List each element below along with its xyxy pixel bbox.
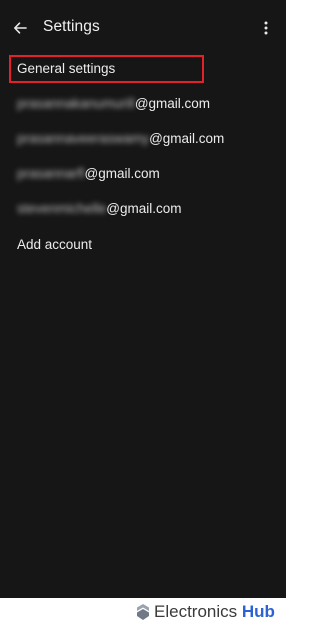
account-item[interactable]: prasannarfl @gmail.com bbox=[0, 159, 286, 191]
add-account-label: Add account bbox=[17, 237, 93, 252]
page-title: Settings bbox=[43, 18, 100, 35]
account-name-blurred: prasannaveeraswamy bbox=[17, 131, 150, 146]
account-domain: @gmail.com bbox=[106, 201, 182, 216]
account-domain: @gmail.com bbox=[84, 166, 160, 181]
electronics-hub-logo: Electronics Hub bbox=[136, 602, 275, 622]
account-item[interactable]: prasannakanumurill @gmail.com bbox=[0, 89, 286, 121]
watermark-brand-primary: Electronics bbox=[154, 602, 238, 621]
watermark-footer: Electronics Hub bbox=[0, 598, 286, 625]
more-options-button[interactable] bbox=[256, 16, 276, 40]
account-name-blurred: stevenmichelle bbox=[17, 201, 107, 216]
account-domain: @gmail.com bbox=[134, 96, 211, 111]
watermark-brand-secondary: Hub bbox=[241, 602, 275, 621]
gmail-settings-screen: Settings General settings prasannakanumu… bbox=[0, 0, 286, 598]
back-button[interactable] bbox=[8, 16, 32, 40]
account-domain: @gmail.com bbox=[149, 131, 225, 146]
account-item[interactable]: stevenmichelle @gmail.com bbox=[0, 194, 286, 226]
more-vert-icon bbox=[264, 21, 268, 35]
add-account-item[interactable]: Add account bbox=[0, 229, 286, 261]
account-name-blurred: prasannarfl bbox=[17, 166, 85, 181]
account-item[interactable]: prasannaveeraswamy @gmail.com bbox=[0, 124, 286, 156]
highlight-box bbox=[9, 55, 204, 83]
electronics-hub-logo-icon bbox=[137, 604, 149, 620]
arrow-left-icon bbox=[14, 22, 27, 34]
account-name-blurred: prasannakanumurill bbox=[17, 96, 135, 111]
app-bar: Settings bbox=[0, 0, 286, 56]
